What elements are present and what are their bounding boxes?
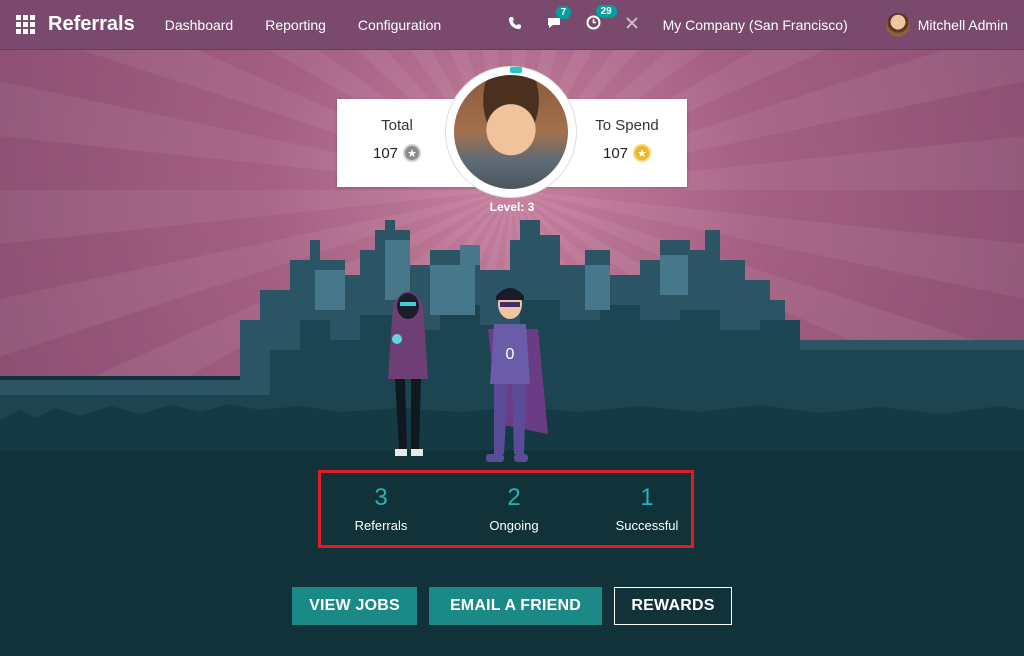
- gold-coin-icon: ★: [633, 144, 652, 162]
- superhero-character-illustration: 0: [486, 288, 548, 462]
- activities-badge: 29: [595, 5, 617, 18]
- referral-scene: 0 Total 107 ★ To Spend 107 ★ Level: 3 3: [0, 50, 1024, 656]
- total-points: Total 107 ★: [337, 117, 457, 162]
- user-avatar: [885, 12, 910, 37]
- ongoing-count-value: 2: [507, 484, 521, 511]
- successful-count-label: Successful: [615, 518, 679, 533]
- hacker-character-illustration: [388, 291, 428, 456]
- to-spend-value: 107: [602, 144, 629, 162]
- menu-configuration[interactable]: Configuration: [358, 17, 441, 33]
- to-spend-points: To Spend 107 ★: [567, 117, 687, 162]
- ongoing-count-label: Ongoing: [489, 518, 539, 533]
- total-value: 107: [372, 144, 399, 162]
- referral-counts-panel: 3 Referrals 2 Ongoing 1 Successful: [318, 470, 694, 548]
- messages-icon[interactable]: 7: [546, 5, 572, 34]
- successful-count[interactable]: 1 Successful: [587, 484, 707, 533]
- total-label: Total: [381, 117, 413, 134]
- rewards-button[interactable]: REWARDS: [614, 587, 732, 625]
- referrals-count[interactable]: 3 Referrals: [321, 484, 441, 533]
- phone-icon[interactable]: [508, 16, 522, 34]
- apps-menu-icon[interactable]: [14, 14, 36, 36]
- app-title[interactable]: Referrals: [48, 13, 135, 36]
- activities-clock-icon[interactable]: 29: [586, 5, 617, 34]
- star-coin-icon: ★: [403, 144, 422, 162]
- to-spend-label: To Spend: [595, 117, 659, 134]
- view-jobs-button[interactable]: VIEW JOBS: [292, 587, 417, 625]
- menu-dashboard[interactable]: Dashboard: [165, 17, 234, 33]
- user-menu[interactable]: Mitchell Admin: [885, 12, 1008, 37]
- svg-text:0: 0: [506, 346, 515, 363]
- ongoing-count[interactable]: 2 Ongoing: [454, 484, 574, 533]
- referrals-count-value: 3: [374, 484, 388, 511]
- messages-badge: 7: [555, 5, 572, 19]
- successful-count-value: 1: [640, 484, 654, 511]
- email-a-friend-button[interactable]: EMAIL A FRIEND: [429, 587, 602, 625]
- level-label: Level: 3: [489, 200, 535, 214]
- top-navbar: Referrals Dashboard Reporting Configurat…: [0, 0, 1024, 50]
- level-progress-indicator: [510, 67, 522, 73]
- debug-tools-icon[interactable]: [625, 16, 639, 34]
- menu-reporting[interactable]: Reporting: [265, 17, 326, 33]
- company-switcher[interactable]: My Company (San Francisco): [663, 17, 848, 33]
- user-name: Mitchell Admin: [917, 16, 1008, 33]
- referrals-count-label: Referrals: [354, 518, 408, 533]
- user-profile-photo: [454, 75, 568, 189]
